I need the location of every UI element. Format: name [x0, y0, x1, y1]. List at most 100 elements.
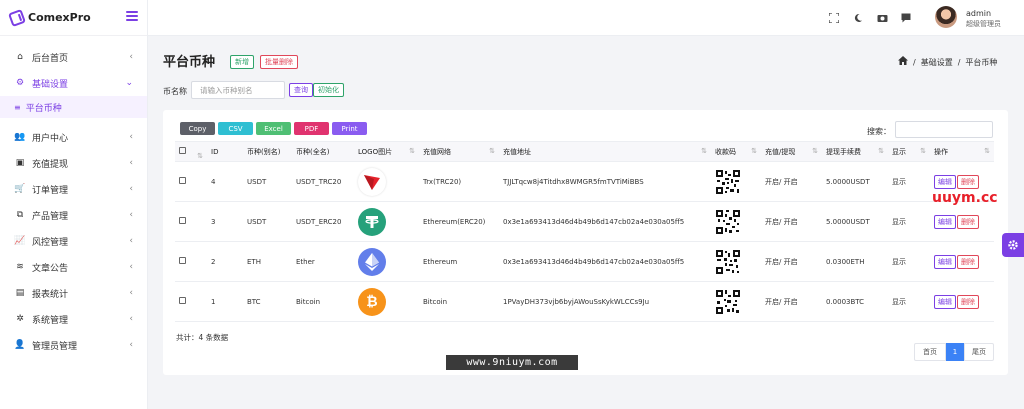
- avatar[interactable]: [935, 6, 957, 28]
- brand-logo-icon: [8, 8, 26, 27]
- camera-icon[interactable]: [876, 12, 888, 24]
- chevron-left-icon: ‹: [129, 340, 133, 350]
- sidebar-subitem-platform-currency[interactable]: ≡ 平台币种: [0, 96, 147, 118]
- chevron-left-icon: ‹: [129, 184, 133, 194]
- layers-icon: ≋: [16, 262, 24, 272]
- row-select-cell: [175, 241, 193, 282]
- last-page-button[interactable]: 尾页: [964, 343, 994, 361]
- initialize-button[interactable]: 初始化: [313, 83, 344, 97]
- column-header[interactable]: ID: [207, 141, 243, 162]
- first-page-button[interactable]: 首页: [914, 343, 946, 361]
- pdf-button[interactable]: PDF: [294, 122, 329, 135]
- copy-button[interactable]: Copy: [180, 122, 215, 135]
- csv-button[interactable]: CSV: [218, 122, 253, 135]
- row-checkbox[interactable]: [179, 257, 186, 264]
- brand[interactable]: ComexPro: [0, 0, 147, 36]
- fee-cell: 5.0000USDT: [822, 201, 888, 242]
- column-header[interactable]: 操作 ⇅: [930, 141, 994, 162]
- sidebar-item-reports[interactable]: ▤ 报表统计 ‹: [0, 280, 147, 306]
- query-button[interactable]: 查询: [289, 83, 313, 97]
- brand-name: ComexPro: [28, 11, 91, 24]
- edit-button[interactable]: 编辑: [934, 254, 956, 269]
- column-header[interactable]: 币种(别名): [243, 141, 292, 162]
- status-cell: 开启/ 开启: [761, 241, 822, 282]
- fullscreen-icon[interactable]: [828, 12, 840, 24]
- excel-button[interactable]: Excel: [256, 122, 291, 135]
- currency-search-input[interactable]: [191, 81, 285, 99]
- chevron-left-icon: ‹: [129, 314, 133, 324]
- message-icon[interactable]: [900, 12, 912, 24]
- column-header[interactable]: 充值地址 ⇅: [499, 141, 711, 162]
- logo-cell: [354, 161, 419, 202]
- edit-button[interactable]: 编辑: [934, 214, 956, 229]
- page-title: 平台币种: [163, 55, 216, 70]
- row-select-cell: [175, 281, 193, 322]
- sidebar-item-label: 订单管理: [32, 185, 69, 196]
- column-header-label: 充值/提现: [765, 147, 796, 156]
- sort-icon: ⇅: [920, 146, 926, 155]
- user-info[interactable]: admin 超级管理员: [966, 8, 1001, 30]
- delete-button[interactable]: 删除: [957, 294, 979, 309]
- column-header[interactable]: LOGO图片 ⇅: [354, 141, 419, 162]
- chevron-down-icon: ⌄: [125, 78, 133, 88]
- edit-button[interactable]: 编辑: [934, 174, 956, 189]
- topbar: admin 超级管理员: [148, 0, 1024, 36]
- row-checkbox[interactable]: [179, 217, 186, 224]
- row-checkbox[interactable]: [179, 177, 186, 184]
- sidebar-item-orders[interactable]: 🛒 订单管理 ‹: [0, 176, 147, 202]
- sort-cell[interactable]: ⇅: [193, 141, 207, 162]
- sidebar-item-home[interactable]: ⌂ 后台首页 ‹: [0, 44, 147, 70]
- status-cell: 开启/ 开启: [761, 281, 822, 322]
- select-all-checkbox[interactable]: [179, 147, 186, 154]
- sort-icon: ⇅: [489, 146, 495, 155]
- add-button[interactable]: 新增: [230, 55, 254, 69]
- delete-button[interactable]: 删除: [957, 214, 979, 229]
- column-header[interactable]: 充值/提现 ⇅: [761, 141, 822, 162]
- qr-code-icon[interactable]: [715, 208, 741, 235]
- fee-cell: 0.0003BTC: [822, 281, 888, 322]
- print-button[interactable]: Print: [332, 122, 367, 135]
- column-header[interactable]: 提现手续费 ⇅: [822, 141, 888, 162]
- sidebar-item-articles[interactable]: ≋ 文章公告 ‹: [0, 254, 147, 280]
- qr-code-icon[interactable]: [715, 168, 741, 195]
- qr-code-icon[interactable]: [715, 248, 741, 275]
- alias-cell: USDT: [243, 161, 292, 202]
- column-header[interactable]: 充值网络 ⇅: [419, 141, 499, 162]
- page-1-button[interactable]: 1: [946, 343, 964, 361]
- sidebar-item-basic-settings[interactable]: ⚙ 基础设置 ⌄: [0, 70, 147, 96]
- breadcrumb: / 基础设置 / 平台币种: [898, 56, 997, 68]
- home-icon[interactable]: [898, 56, 908, 68]
- fullname-cell: USDT_ERC20: [292, 201, 354, 242]
- sidebar-item-user-center[interactable]: 👥 用户中心 ‹: [0, 124, 147, 150]
- delete-button[interactable]: 删除: [957, 174, 979, 189]
- sidebar-item-admins[interactable]: 👤 管理员管理 ‹: [0, 332, 147, 358]
- sidebar-item-system[interactable]: ✲ 系统管理 ‹: [0, 306, 147, 332]
- column-header[interactable]: 收款码 ⇅: [711, 141, 761, 162]
- column-header[interactable]: 币种(全名): [292, 141, 354, 162]
- menu-toggle-icon[interactable]: [126, 11, 138, 21]
- sidebar-item-deposit-withdraw[interactable]: ▣ 充值提现 ‹: [0, 150, 147, 176]
- breadcrumb-item[interactable]: 基础设置: [921, 57, 953, 68]
- settings-gear-icon[interactable]: [1002, 233, 1024, 257]
- user-name: admin: [966, 9, 992, 18]
- moon-icon[interactable]: [852, 12, 864, 24]
- sidebar-item-label: 充值提现: [32, 159, 69, 170]
- id-cell: 4: [207, 161, 243, 202]
- edit-button[interactable]: 编辑: [934, 294, 956, 309]
- table-cell: [193, 161, 207, 202]
- row-select-cell: [175, 161, 193, 202]
- table-search-input[interactable]: [895, 121, 993, 138]
- sort-icon: ⇅: [984, 146, 990, 155]
- sidebar-item-risk-control[interactable]: 📈 风控管理 ‹: [0, 228, 147, 254]
- sidebar-item-label: 报表统计: [32, 289, 69, 300]
- table-cell: [193, 201, 207, 242]
- qr-code-icon[interactable]: [715, 288, 741, 315]
- row-checkbox[interactable]: [179, 297, 186, 304]
- ethereum-logo-icon: [358, 247, 386, 276]
- column-header[interactable]: 显示 ⇅: [888, 141, 930, 162]
- sidebar-item-products[interactable]: ⧉ 产品管理 ‹: [0, 202, 147, 228]
- sort-icon: ⇅: [751, 146, 757, 155]
- bitcoin-logo-icon: ₿: [358, 287, 386, 316]
- delete-button[interactable]: 删除: [957, 254, 979, 269]
- bulk-delete-button[interactable]: 批量删除: [260, 55, 298, 69]
